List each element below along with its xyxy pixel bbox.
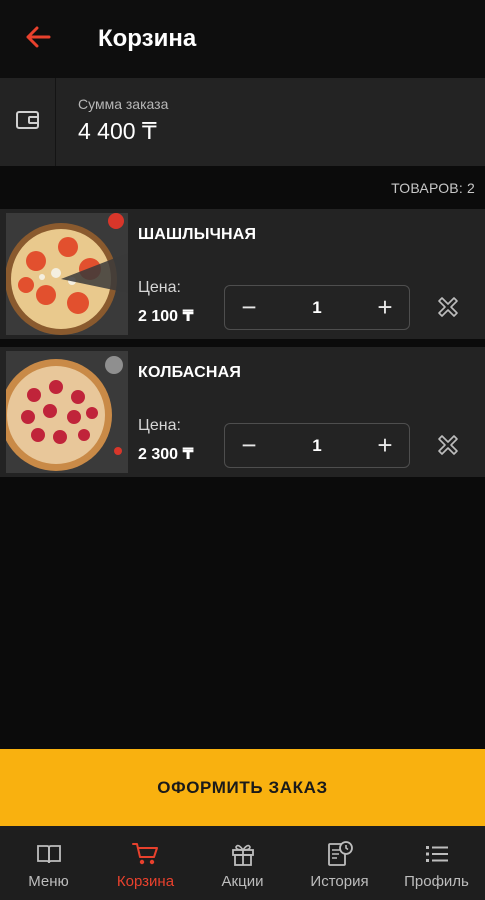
checkout-button[interactable]: ОФОРМИТЬ ЗАКАЗ: [0, 749, 485, 826]
cart-item: КОЛБАСНАЯ Цена: 2 300 ₸ − 1 +: [0, 347, 485, 477]
list-icon: [424, 840, 450, 868]
increase-button[interactable]: +: [361, 425, 409, 467]
plus-icon: +: [377, 292, 393, 322]
gift-icon: [230, 840, 256, 868]
price-value: 2 300 ₸: [138, 446, 194, 463]
price-label: Цена:: [138, 417, 181, 434]
product-name: ШАШЛЫЧНАЯ: [138, 226, 257, 243]
product-image[interactable]: [6, 351, 128, 473]
back-button[interactable]: [0, 0, 76, 78]
history-icon: [326, 840, 354, 868]
decrease-button[interactable]: −: [225, 425, 273, 467]
wallet-icon: [15, 109, 41, 136]
summary-label: Сумма заказа: [78, 96, 169, 112]
arrow-left-icon: [25, 26, 51, 53]
minus-icon: −: [241, 292, 257, 322]
increase-button[interactable]: +: [361, 287, 409, 329]
nav-item-profile[interactable]: Профиль: [388, 826, 485, 900]
product-name: КОЛБАСНАЯ: [138, 364, 242, 381]
book-icon: [36, 840, 62, 868]
decrease-button[interactable]: −: [225, 287, 273, 329]
nav-item-menu[interactable]: Меню: [0, 826, 97, 900]
close-icon: [435, 294, 461, 325]
nav-label: Корзина: [116, 873, 175, 890]
quantity-value: 1: [312, 297, 322, 317]
wallet-box: [0, 78, 56, 166]
nav-item-cart[interactable]: Корзина: [97, 826, 194, 900]
page-title: Корзина: [98, 25, 197, 52]
summary-total: 4 400 ₸: [78, 118, 157, 144]
close-icon: [435, 432, 461, 463]
order-summary: Сумма заказа 4 400 ₸: [0, 78, 485, 166]
cart-item: ШАШЛЫЧНАЯ Цена: 2 100 ₸ − 1 +: [0, 209, 485, 339]
cart-icon: [131, 840, 160, 868]
app-header: Корзина: [0, 0, 485, 78]
nav-label: Меню: [28, 873, 69, 890]
nav-item-history[interactable]: История: [291, 826, 388, 900]
nav-label: История: [310, 873, 369, 890]
product-image[interactable]: [6, 213, 128, 335]
remove-item-button[interactable]: [431, 430, 465, 464]
quantity-stepper: − 1 +: [224, 285, 410, 330]
plus-icon: +: [377, 430, 393, 460]
remove-item-button[interactable]: [431, 292, 465, 326]
price-value: 2 100 ₸: [138, 308, 194, 325]
quantity-stepper: − 1 +: [224, 423, 410, 468]
bottom-nav: Меню Корзина Акции История Профиль: [0, 826, 485, 900]
cart-list: ШАШЛЫЧНАЯ Цена: 2 100 ₸ − 1 + КОЛБАСНАЯ …: [0, 209, 485, 485]
nav-label: Акции: [221, 873, 264, 890]
quantity-value: 1: [312, 435, 322, 455]
items-count: ТОВАРОВ: 2: [391, 180, 475, 196]
checkout-label: ОФОРМИТЬ ЗАКАЗ: [157, 777, 328, 797]
summary-text: Сумма заказа 4 400 ₸: [56, 78, 168, 166]
nav-item-promos[interactable]: Акции: [194, 826, 291, 900]
price-label: Цена:: [138, 279, 181, 296]
minus-icon: −: [241, 430, 257, 460]
nav-label: Профиль: [404, 873, 469, 890]
cart-screen: Корзина Сумма заказа 4 400 ₸ ТОВАРОВ: 2: [0, 0, 485, 900]
